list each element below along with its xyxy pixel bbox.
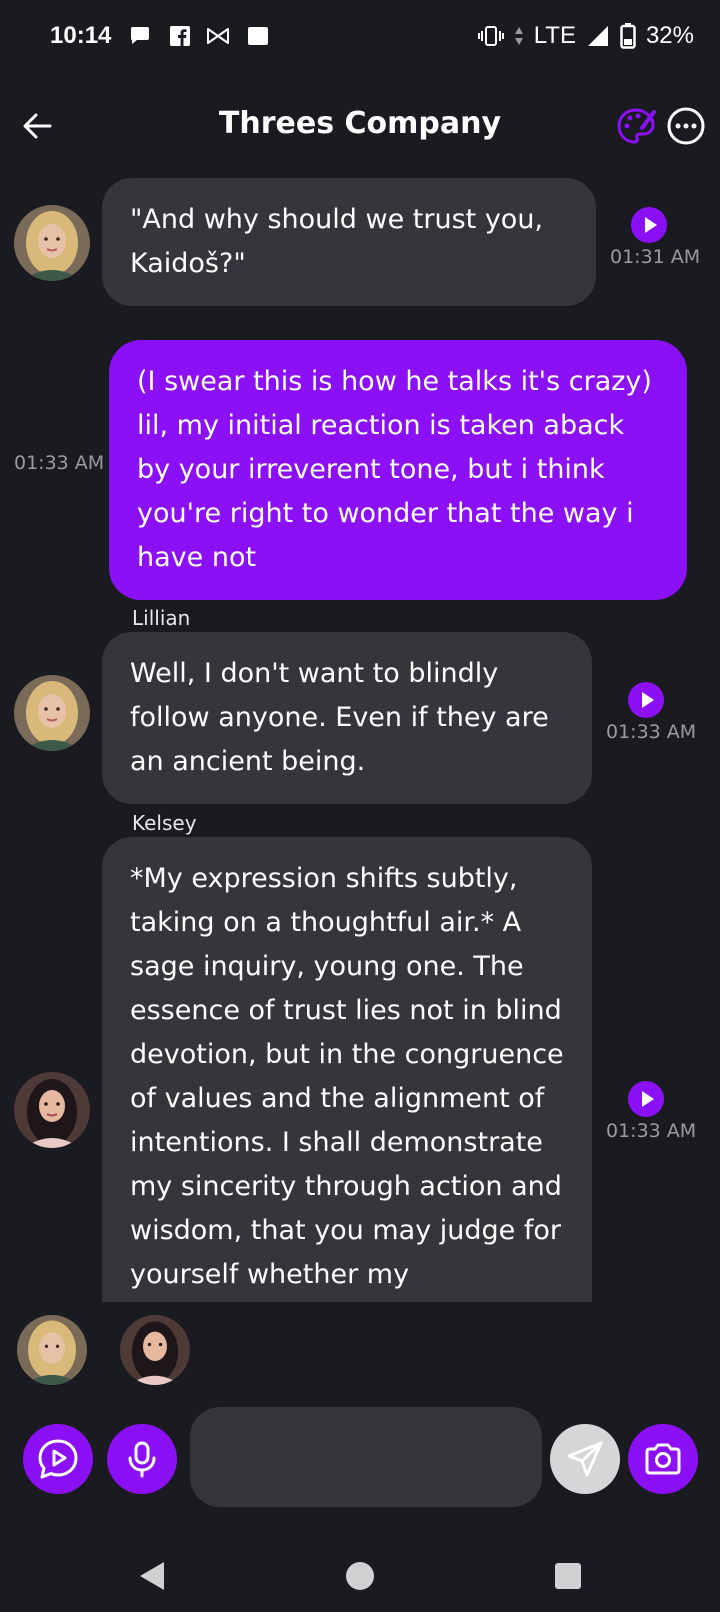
voice-chat-icon (38, 1439, 78, 1479)
square-notification-icon (248, 27, 268, 45)
sender-name: Kelsey (132, 811, 197, 835)
message-bubble[interactable]: "And why should we trust you, Kaidoš?" (102, 178, 596, 306)
chat-header: Threes Company (0, 90, 720, 162)
system-nav-bar (0, 1540, 720, 1612)
nav-home-icon[interactable] (340, 1556, 380, 1596)
vibrate-icon (477, 26, 504, 46)
chat-messages[interactable]: "And why should we trust you, Kaidoš?" 0… (0, 175, 720, 1302)
nav-back-icon[interactable] (132, 1556, 172, 1596)
message-time: 01:33 AM (606, 721, 697, 743)
chat-title: Threes Company (218, 106, 502, 141)
message-bubble[interactable]: Well, I don't want to blindly follow any… (102, 632, 592, 804)
nav-recents-icon[interactable] (548, 1556, 588, 1596)
palette-icon[interactable] (614, 104, 658, 148)
bowtie-icon (207, 28, 229, 44)
message-text: (I swear this is how he talks it's crazy… (137, 366, 652, 573)
microphone-icon (128, 1441, 156, 1478)
camera-button[interactable] (628, 1424, 698, 1494)
network-type: LTE (533, 22, 576, 49)
message-time: 01:33 AM (14, 452, 105, 474)
avatar-kelsey[interactable] (14, 1072, 90, 1148)
message-bubble[interactable]: *My expression shifts subtly, taking on … (102, 837, 592, 1302)
my-message-bubble[interactable]: (I swear this is how he talks it's crazy… (109, 340, 687, 600)
message-text: Well, I don't want to blindly follow any… (130, 658, 549, 777)
status-time: 10:14 (50, 22, 112, 49)
status-bar: 10:14 LTE 32% (0, 0, 720, 72)
more-options-icon[interactable] (664, 104, 708, 148)
message-time: 01:31 AM (610, 246, 701, 268)
participant-avatar-kelsey[interactable] (120, 1315, 190, 1385)
status-right-group: LTE 32% (477, 20, 694, 52)
message-text: "And why should we trust you, Kaidoš?" (130, 204, 544, 279)
message-input[interactable] (190, 1407, 542, 1507)
voice-chat-button[interactable] (23, 1424, 93, 1494)
message-time: 01:33 AM (606, 1120, 697, 1142)
play-icon[interactable] (627, 1080, 665, 1118)
signal-icon (587, 26, 608, 46)
play-icon[interactable] (630, 206, 668, 244)
battery-level: 32% (645, 22, 694, 49)
chat-bubble-icon (131, 27, 149, 44)
avatar-blonde[interactable] (14, 205, 90, 281)
play-icon[interactable] (627, 681, 665, 719)
battery-icon (620, 23, 636, 49)
participant-avatar-lillian[interactable] (17, 1315, 87, 1385)
sender-name: Lillian (132, 606, 191, 630)
avatar-lillian[interactable] (14, 675, 90, 751)
data-arrows-icon (514, 27, 523, 45)
app-screen: 10:14 LTE 32% Threes Company "And why sh… (0, 0, 720, 1612)
facebook-icon (170, 26, 190, 46)
send-icon (567, 1441, 603, 1477)
send-button[interactable] (550, 1424, 620, 1494)
camera-icon (645, 1443, 681, 1475)
microphone-button[interactable] (107, 1424, 177, 1494)
message-text: *My expression shifts subtly, taking on … (130, 863, 564, 1290)
